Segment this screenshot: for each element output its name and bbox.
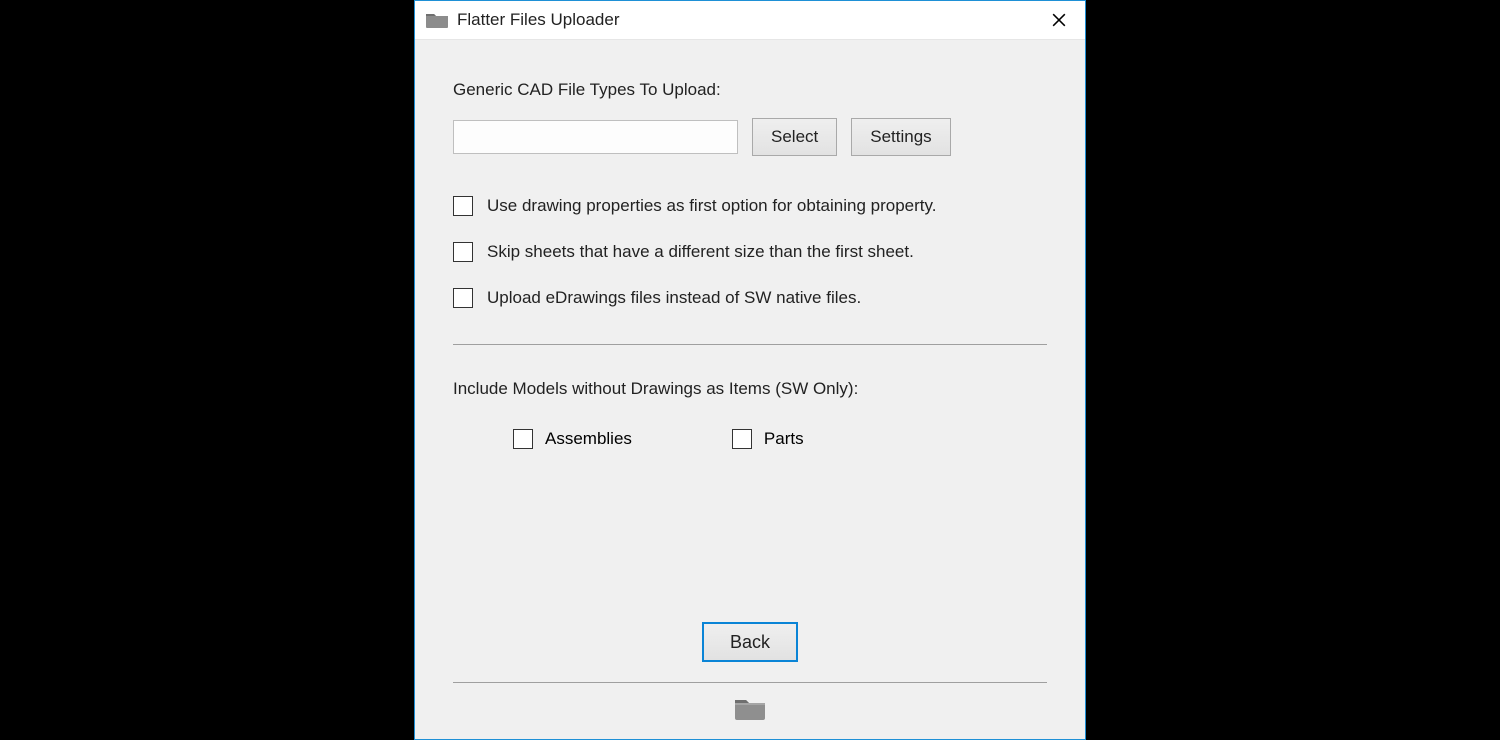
footer-folder-icon [733,695,767,721]
upload-edrawings-row[interactable]: Upload eDrawings files instead of SW nat… [453,288,1047,308]
parts-checkbox[interactable] [732,429,752,449]
folder-icon [425,11,449,29]
parts-row[interactable]: Parts [732,429,804,449]
titlebar: Flatter Files Uploader [415,1,1085,40]
file-types-label: Generic CAD File Types To Upload: [453,80,1047,100]
close-button[interactable] [1039,1,1079,39]
models-label: Include Models without Drawings as Items… [453,379,1047,399]
skip-sheets-checkbox[interactable] [453,242,473,262]
window-title: Flatter Files Uploader [457,10,620,30]
parts-label: Parts [764,429,804,449]
use-drawing-props-checkbox[interactable] [453,196,473,216]
assemblies-checkbox[interactable] [513,429,533,449]
use-drawing-props-label: Use drawing properties as first option f… [487,196,936,216]
back-button[interactable]: Back [702,622,798,662]
close-icon [1052,13,1066,27]
settings-button[interactable]: Settings [851,118,950,156]
assemblies-label: Assemblies [545,429,632,449]
models-checks: Assemblies Parts [513,429,1047,449]
assemblies-row[interactable]: Assemblies [513,429,632,449]
skip-sheets-label: Skip sheets that have a different size t… [487,242,914,262]
use-drawing-props-row[interactable]: Use drawing properties as first option f… [453,196,1047,216]
footer: Back [453,622,1047,729]
footer-divider [453,682,1047,683]
file-types-row: Select Settings [453,118,1047,156]
window-body: Generic CAD File Types To Upload: Select… [415,40,1085,739]
select-button[interactable]: Select [752,118,837,156]
upload-edrawings-label: Upload eDrawings files instead of SW nat… [487,288,861,308]
upload-edrawings-checkbox[interactable] [453,288,473,308]
divider [453,344,1047,345]
skip-sheets-row[interactable]: Skip sheets that have a different size t… [453,242,1047,262]
file-types-input[interactable] [453,120,738,154]
app-window: Flatter Files Uploader Generic CAD File … [414,0,1086,740]
